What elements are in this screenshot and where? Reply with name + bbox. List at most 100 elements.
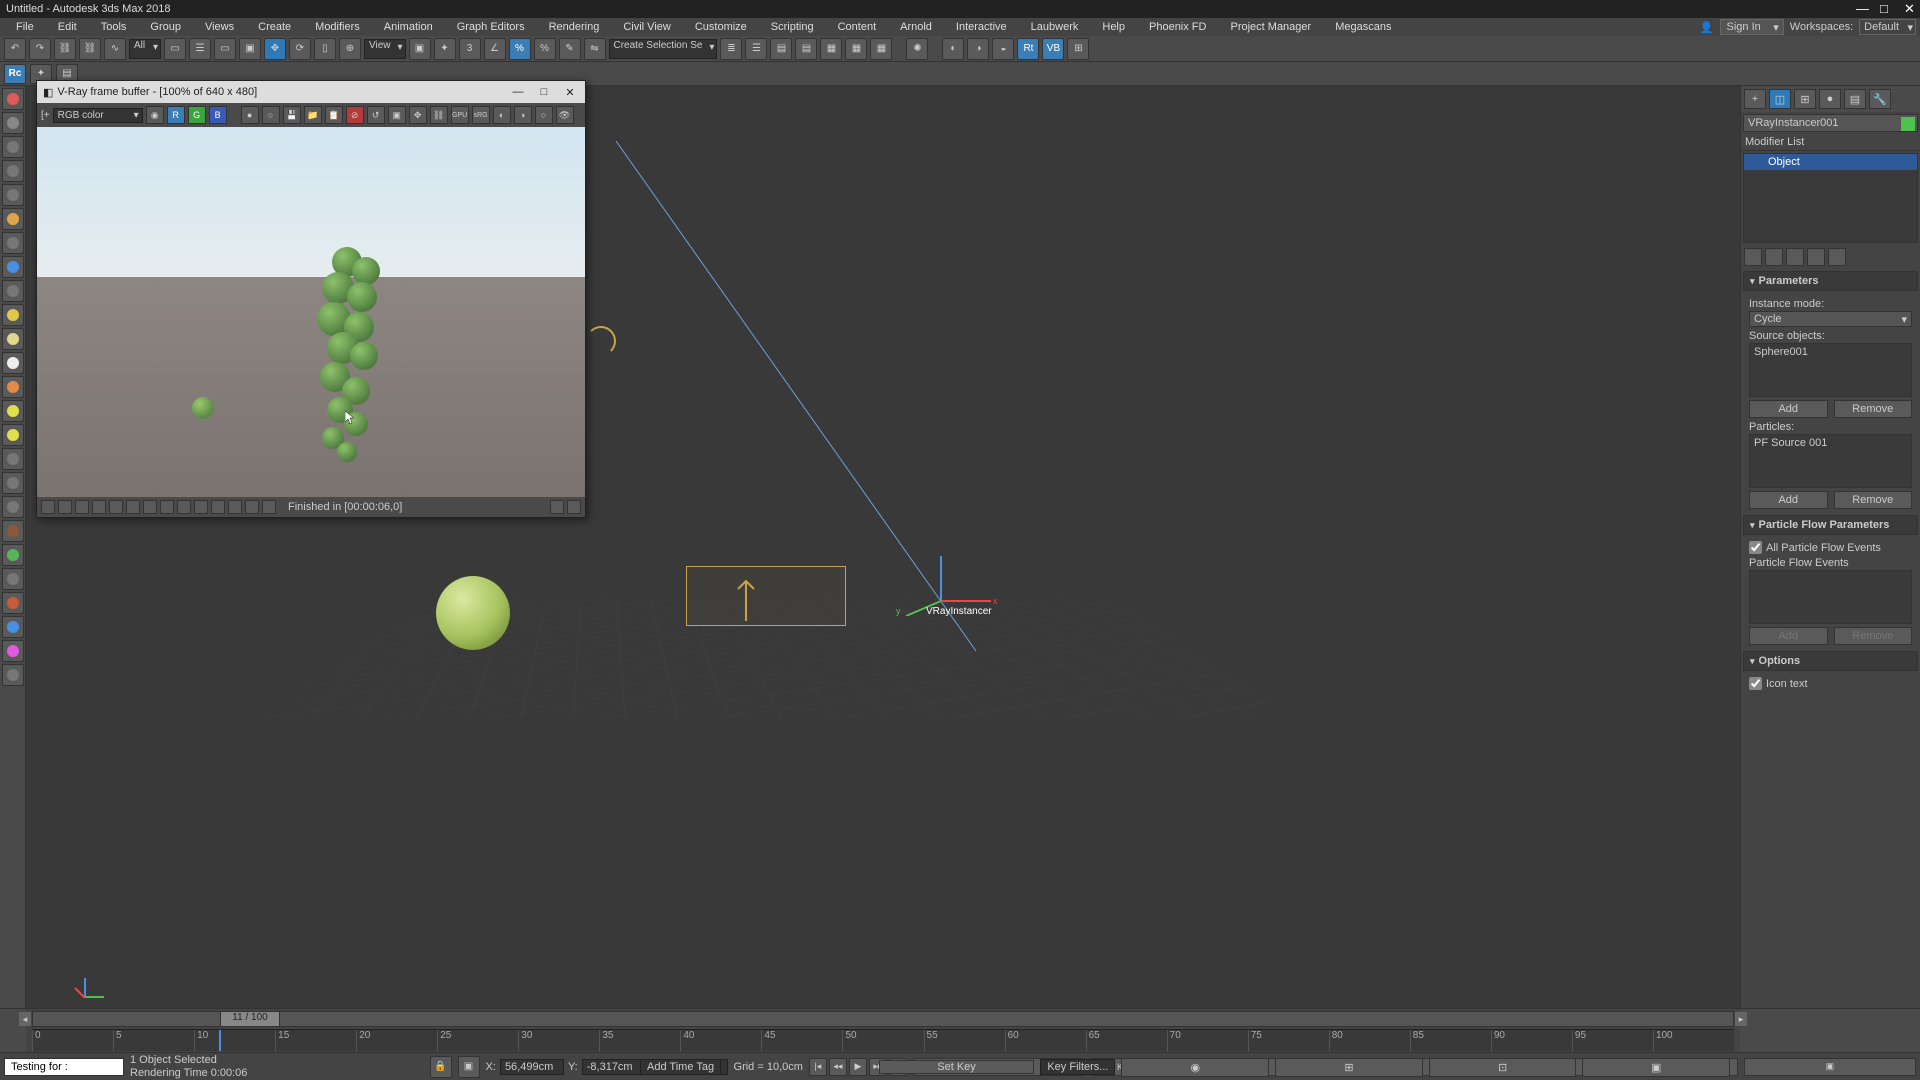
viewport-sphere[interactable] [436,576,510,650]
ltool-icon[interactable] [2,400,24,422]
vfb-status-icon[interactable] [262,500,276,514]
vfb-clear-icon[interactable]: ⊘ [346,106,364,124]
viewport-nav-icon[interactable]: ⊡ [1429,1058,1577,1077]
menu-content[interactable]: Content [826,19,889,35]
ltool-icon[interactable] [2,328,24,350]
particles-remove-button[interactable]: Remove [1834,491,1913,509]
vfb-status-icon[interactable] [41,500,55,514]
vfb-status-icon[interactable] [177,500,191,514]
workspace-dropdown[interactable]: Default [1859,19,1916,35]
source-objects-list[interactable]: Sphere001 [1749,343,1912,397]
remove-modifier-button[interactable] [1807,248,1825,266]
menu-graph-editors[interactable]: Graph Editors [445,19,537,35]
unlink-button[interactable]: ⛓ [79,38,101,60]
edit-selection-button[interactable]: ✎ [559,38,581,60]
vfb-status-icon[interactable] [160,500,174,514]
ltool-icon[interactable] [2,520,24,542]
vfb-lens-icon[interactable]: ○ [535,106,553,124]
undo-button[interactable]: ↶ [4,38,26,60]
ltool-icon[interactable] [2,136,24,158]
vfb-cc-icon[interactable]: ◑ [514,106,532,124]
rollout-parameters[interactable]: Parameters [1743,271,1918,291]
vfb-status-icon[interactable] [126,500,140,514]
key-filters-button[interactable]: Key Filters... [1040,1059,1115,1075]
ltool-icon[interactable] [2,208,24,230]
particles-add-button[interactable]: Add [1749,491,1828,509]
snap-toggle-button[interactable]: 3 [459,38,481,60]
ltool-icon[interactable] [2,472,24,494]
modifier-list-dropdown[interactable]: Modifier List [1741,134,1920,151]
ltool-icon[interactable] [2,280,24,302]
vray-frame-buffer-window[interactable]: ◧ V-Ray frame buffer - [100% of 640 x 48… [36,80,586,518]
vfb-mono-icon[interactable]: ● [241,106,259,124]
menu-animation[interactable]: Animation [372,19,445,35]
make-unique-button[interactable] [1786,248,1804,266]
vfb-srgb-icon[interactable]: sRG [472,106,490,124]
menu-help[interactable]: Help [1090,19,1137,35]
ltool-icon[interactable] [2,376,24,398]
ltool-icon[interactable] [2,448,24,470]
maximize-button[interactable]: □ [1880,4,1890,14]
vray-button-3[interactable]: ◒ [992,38,1014,60]
menu-views[interactable]: Views [193,19,246,35]
vfb-eye-icon[interactable]: 👁 [556,106,574,124]
move-button[interactable]: ✥ [264,38,286,60]
select-button[interactable]: ▭ [164,38,186,60]
mirror-button[interactable]: ⇋ [584,38,606,60]
ltool-icon[interactable] [2,304,24,326]
ltool-icon[interactable] [2,232,24,254]
vfb-blue-channel[interactable]: B [209,106,227,124]
rotate-button[interactable]: ⟳ [289,38,311,60]
spinner-snap-button[interactable]: % [534,38,556,60]
vray-rt-button[interactable]: Rt [1017,38,1039,60]
close-button[interactable]: ✕ [1904,4,1914,14]
pin-stack-button[interactable] [1744,248,1762,266]
isolate-icon[interactable]: ▣ [458,1056,480,1078]
vfb-maximize-button[interactable]: □ [535,86,553,99]
pflow-add-button[interactable]: Add [1749,627,1828,645]
icon-text-checkbox[interactable]: Icon text [1749,677,1912,690]
vfb-history-icon[interactable]: ↺ [367,106,385,124]
menu-create[interactable]: Create [246,19,303,35]
manipulate-button[interactable]: ✦ [434,38,456,60]
align-button[interactable]: ≣ [720,38,742,60]
layers-button[interactable]: ☰ [745,38,767,60]
viewport-nav-icon[interactable]: ▣ [1582,1058,1730,1077]
vfb-gpu-icon[interactable]: GPU [451,106,469,124]
vfb-region-icon[interactable]: ▣ [388,106,406,124]
pivot-button[interactable]: ▣ [409,38,431,60]
menu-megascans[interactable]: Megascans [1323,19,1403,35]
menu-group[interactable]: Group [138,19,193,35]
ltool-icon[interactable] [2,160,24,182]
viewport-nav-icon[interactable]: ⊞ [1275,1058,1423,1077]
tab-create[interactable]: + [1744,89,1766,109]
ltool-icon[interactable] [2,592,24,614]
ltool-icon[interactable] [2,544,24,566]
window-crossing-button[interactable]: ▣ [239,38,261,60]
ltool-icon[interactable] [2,664,24,686]
modifier-stack[interactable]: Object [1743,153,1918,243]
vray-button-1[interactable]: ◐ [942,38,964,60]
ribbon-tab-rc[interactable]: Rc [4,64,26,84]
x-value[interactable]: 56,499cm [500,1059,564,1075]
ltool-icon[interactable] [2,352,24,374]
vfb-lut-icon[interactable]: ◐ [493,106,511,124]
render-frame-button[interactable]: ▦ [870,38,892,60]
vray-vb-button[interactable]: VB [1042,38,1064,60]
coord-dropdown[interactable]: View [364,39,406,59]
vfb-status-icon[interactable] [143,500,157,514]
menu-modifiers[interactable]: Modifiers [303,19,372,35]
percent-snap-button[interactable]: % [509,38,531,60]
vfb-status-icon[interactable] [109,500,123,514]
rollout-options[interactable]: Options [1743,651,1918,671]
vfb-status-icon[interactable] [245,500,259,514]
setkey-button[interactable]: Set Key [879,1060,1035,1074]
place-button[interactable]: ⊕ [339,38,361,60]
tab-modify[interactable]: ◫ [1769,89,1791,109]
ltool-icon[interactable] [2,184,24,206]
bind-button[interactable]: ∿ [104,38,126,60]
ltool-icon[interactable] [2,112,24,134]
vfb-status-icon[interactable] [211,500,225,514]
lock-selection-icon[interactable]: 🔒 [430,1056,452,1078]
list-item[interactable]: PF Source 001 [1754,437,1827,449]
